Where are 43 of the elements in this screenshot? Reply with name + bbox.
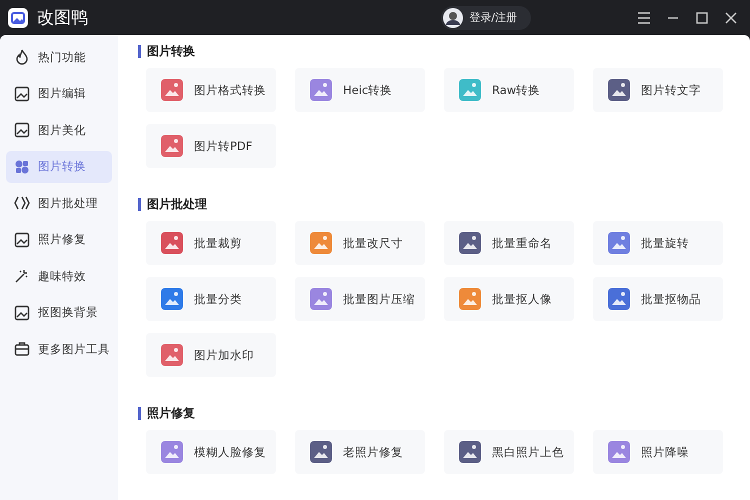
app-title: 改图鸭 <box>37 7 88 29</box>
tool-card[interactable]: 批量重命名 <box>444 221 574 265</box>
section-title: 照片修复 <box>138 407 730 420</box>
tool-card[interactable]: 模糊人脸修复 <box>146 430 276 474</box>
sidebar-item[interactable]: 图片编辑 <box>6 78 112 110</box>
avatar-icon <box>443 8 464 28</box>
tool-card[interactable]: 图片转PDF <box>146 124 276 168</box>
frame-icon <box>14 304 30 320</box>
sidebar-item[interactable]: 更多图片工具 <box>6 333 112 365</box>
tool-card[interactable]: 批量抠人像 <box>444 277 574 321</box>
tool-card[interactable]: 图片格式转换 <box>146 68 276 112</box>
tool-card[interactable]: Heic转换 <box>295 68 425 112</box>
sparkle-icon <box>14 268 30 284</box>
tool-card[interactable]: 照片降噪 <box>593 430 723 474</box>
chevrons-icon <box>14 195 30 211</box>
tool-card[interactable]: 批量旋转 <box>593 221 723 265</box>
maximize-icon[interactable] <box>695 10 709 24</box>
login-button[interactable]: 登录/注册 <box>441 6 531 30</box>
sidebar-item[interactable]: 图片批处理 <box>6 187 112 219</box>
tool-card[interactable]: 图片加水印 <box>146 333 276 377</box>
tool-card[interactable]: 图片转文字 <box>593 68 723 112</box>
sidebar-item[interactable]: 趣味特效 <box>6 260 112 292</box>
shapes-icon <box>14 158 30 174</box>
close-icon[interactable] <box>724 10 738 24</box>
sidebar-item[interactable]: 抠图换背景 <box>6 296 112 328</box>
menu-icon[interactable] <box>637 10 651 24</box>
tool-card[interactable]: 黑白照片上色 <box>444 430 574 474</box>
tool-card[interactable]: 批量裁剪 <box>146 221 276 265</box>
tool-card[interactable]: 批量抠物品 <box>593 277 723 321</box>
tool-card[interactable]: 批量图片压缩 <box>295 277 425 321</box>
flame-icon <box>14 49 30 65</box>
tool-card[interactable]: 批量改尺寸 <box>295 221 425 265</box>
image-icon <box>14 122 30 138</box>
tool-card[interactable]: 批量分类 <box>146 277 276 321</box>
sidebar-item[interactable]: 图片美化 <box>6 114 112 146</box>
tool-card[interactable]: 老照片修复 <box>295 430 425 474</box>
app-logo-icon <box>7 6 29 28</box>
tool-card[interactable]: Raw转换 <box>444 68 574 112</box>
section-title: 图片批处理 <box>138 198 730 211</box>
sidebar-item[interactable]: 照片修复 <box>6 224 112 256</box>
section-title: 图片转换 <box>138 45 730 58</box>
sidebar-item[interactable]: 热门功能 <box>6 41 112 73</box>
briefcase-icon <box>14 341 30 357</box>
